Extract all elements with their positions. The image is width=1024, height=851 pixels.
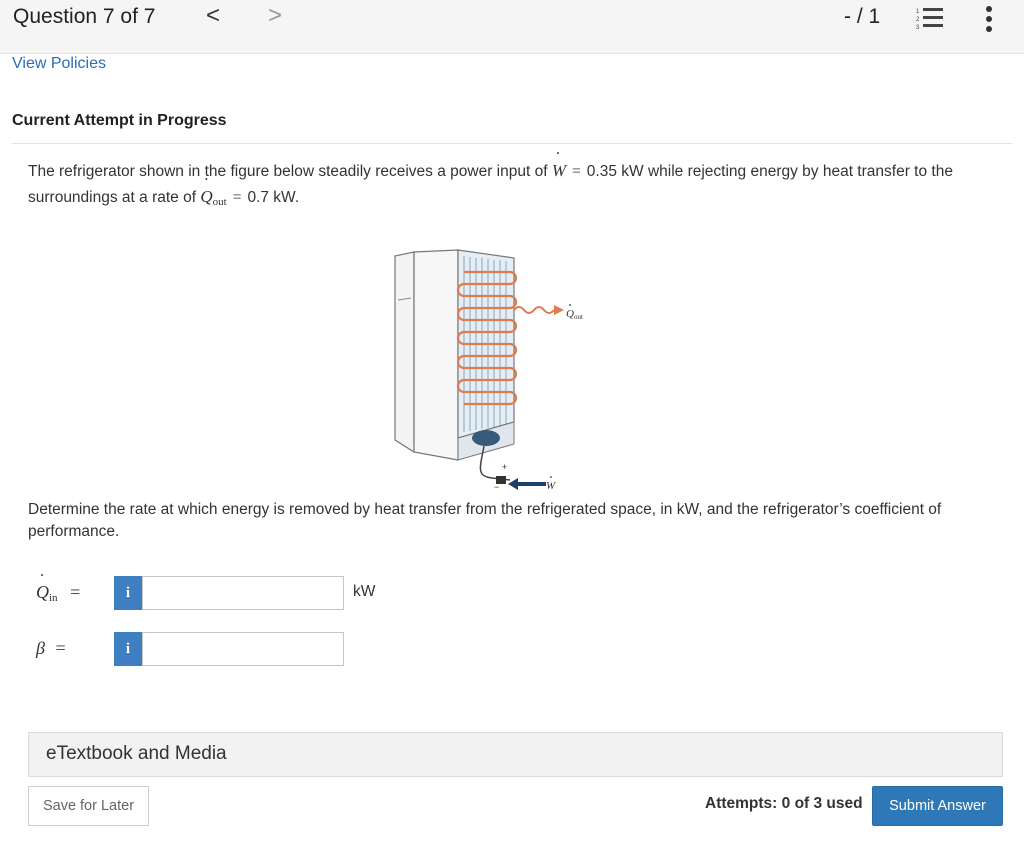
beta-label: β =: [36, 638, 66, 659]
score: - / 1: [844, 5, 881, 28]
figure-w-label: W: [546, 480, 556, 492]
q-in-equals: =: [70, 582, 81, 602]
save-for-later-button[interactable]: Save for Later: [28, 786, 149, 826]
question-counter: Question 7 of 7: [13, 5, 156, 28]
figure-q-subscript: out: [574, 313, 583, 321]
previous-question-button[interactable]: <: [200, 2, 226, 32]
problem-statement: The refrigerator shown in the figure bel…: [28, 146, 1013, 215]
q-in-info-button[interactable]: i: [114, 576, 142, 610]
q-in-input[interactable]: [142, 576, 344, 610]
beta-info-button[interactable]: i: [114, 632, 142, 666]
equals-sign-2: =: [232, 189, 242, 206]
plus-sign: +: [502, 462, 507, 472]
view-policies-link[interactable]: View Policies: [12, 55, 106, 73]
top-bar: Question 7 of 7 < > - / 1 1 2 3: [0, 0, 1024, 54]
question-text: Determine the rate at which energy is re…: [28, 501, 942, 540]
etextbook-media-panel[interactable]: eTextbook and Media: [28, 732, 1003, 777]
beta-input[interactable]: [142, 632, 344, 666]
svg-text:1: 1: [916, 9, 920, 15]
q-in-symbol: Q: [36, 570, 49, 603]
q-in-subscript: in: [49, 592, 58, 604]
q-in-label: Qin =: [36, 570, 81, 604]
beta-symbol: β: [36, 638, 45, 658]
divider: [12, 143, 1012, 144]
svg-text:3: 3: [916, 25, 920, 30]
more-options-icon[interactable]: [984, 6, 994, 32]
q-in-unit: kW: [353, 583, 376, 600]
heat-out-value: 0.7 kW.: [247, 189, 300, 206]
power-value: 0.35 kW: [586, 163, 644, 180]
power-symbol: W: [552, 146, 566, 183]
next-question-button[interactable]: >: [262, 2, 288, 32]
minus-sign: −: [494, 482, 499, 492]
svg-text:2: 2: [916, 17, 920, 23]
refrigerator-figure: + − Q out W: [394, 249, 583, 492]
heat-out-symbol: Q: [200, 172, 212, 209]
beta-equals: =: [55, 638, 66, 658]
attempts-counter: Attempts: 0 of 3 used: [705, 795, 863, 812]
submit-answer-button[interactable]: Submit Answer: [872, 786, 1003, 826]
heat-out-subscript: out: [212, 196, 227, 208]
equals-sign: =: [572, 163, 581, 180]
problem-text-1: The refrigerator shown in the figure bel…: [28, 163, 548, 180]
attempt-heading: Current Attempt in Progress: [12, 112, 227, 129]
figure-q-label: Q: [566, 308, 574, 320]
question-list-icon[interactable]: 1 2 3: [916, 6, 944, 30]
